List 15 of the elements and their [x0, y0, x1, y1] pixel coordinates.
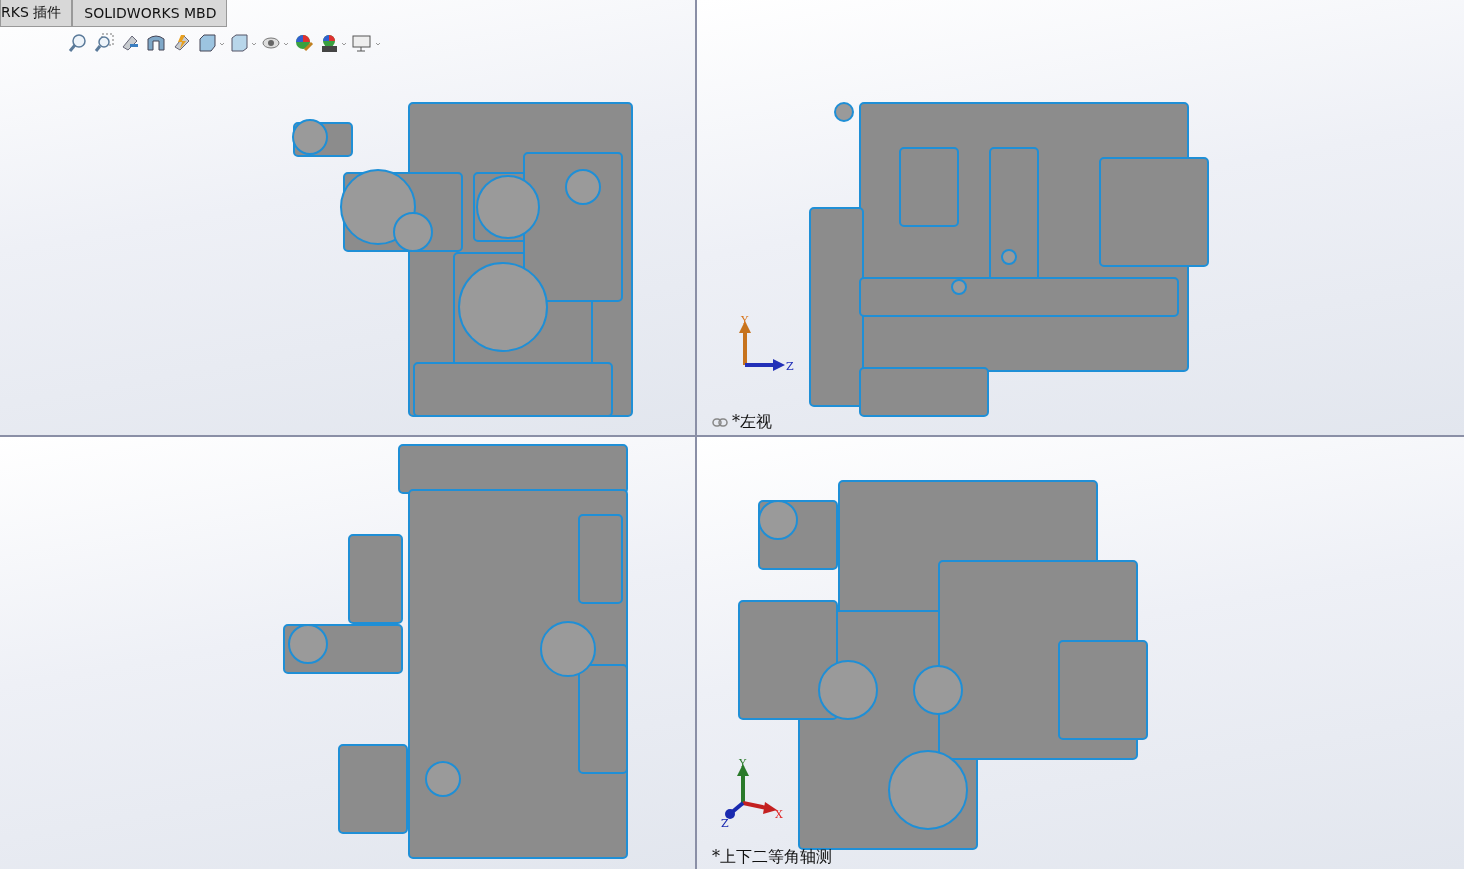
display-style-icon[interactable]: [230, 33, 256, 53]
view-name: *上下二等角轴测: [712, 847, 832, 868]
section-view-icon[interactable]: [146, 33, 166, 53]
ribbon-tab[interactable]: SOLIDWORKS MBD: [72, 0, 228, 27]
monitor-icon[interactable]: [352, 33, 380, 53]
view-name: *左视: [732, 412, 772, 433]
zoom-to-fit-icon[interactable]: [68, 33, 88, 53]
viewport[interactable]: [0, 437, 695, 869]
view-orientation-icon[interactable]: [198, 33, 224, 53]
viewport[interactable]: Y Z *左视: [697, 0, 1464, 435]
previous-view-icon[interactable]: [120, 33, 140, 53]
zoom-area-icon[interactable]: [94, 33, 114, 53]
edit-appearance-icon[interactable]: [294, 33, 314, 53]
ribbon-tab[interactable]: RKS 插件: [0, 0, 73, 27]
scene-icon[interactable]: [320, 33, 346, 53]
